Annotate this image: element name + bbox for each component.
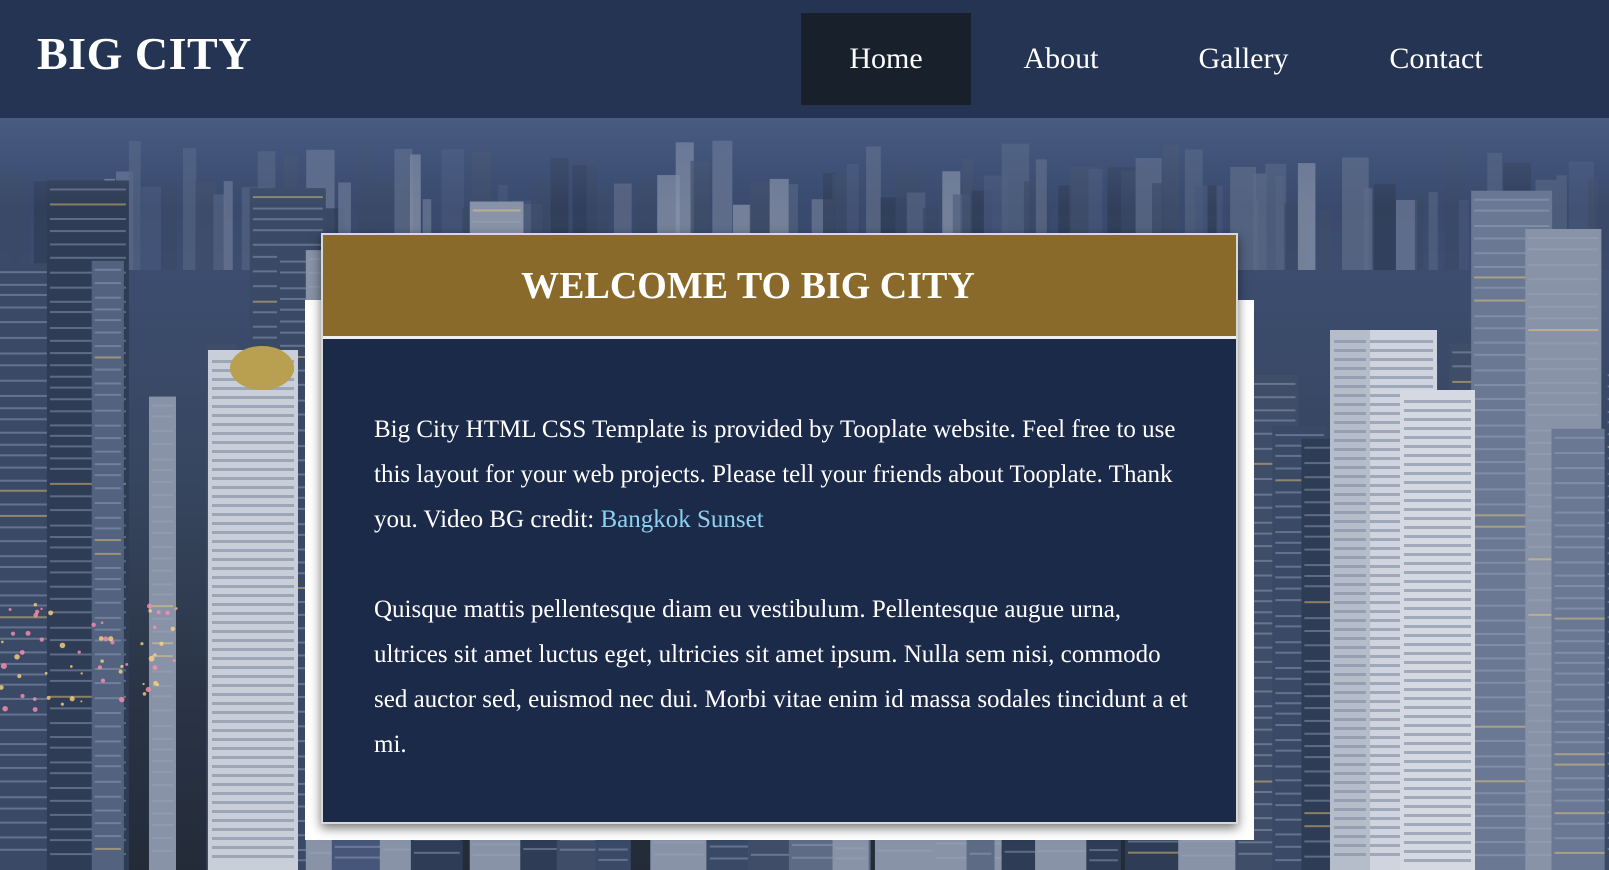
lorem-paragraph: Quisque mattis pellentesque diam eu vest… xyxy=(374,596,1188,758)
sky-haze xyxy=(0,118,1609,208)
welcome-panel: WELCOME TO BIG CITY Big City HTML CSS Te… xyxy=(321,233,1238,824)
site-header: BIG CITY Home About Gallery Contact xyxy=(0,0,1609,118)
panel-title-bar: WELCOME TO BIG CITY xyxy=(323,235,1236,339)
panel-title: WELCOME TO BIG CITY xyxy=(521,265,975,307)
nav-item-about[interactable]: About xyxy=(971,13,1151,105)
nav-item-home[interactable]: Home xyxy=(801,13,971,105)
intro-paragraph: Big City HTML CSS Template is provided b… xyxy=(374,407,1194,542)
panel-body: Big City HTML CSS Template is provided b… xyxy=(374,407,1194,812)
nav-item-contact[interactable]: Contact xyxy=(1336,13,1536,105)
main-nav: Home About Gallery Contact xyxy=(801,13,1536,105)
nav-item-gallery[interactable]: Gallery xyxy=(1151,13,1336,105)
page: BIG CITY Home About Gallery Contact WELC… xyxy=(0,0,1609,870)
intro-text: Big City HTML CSS Template is provided b… xyxy=(374,416,1176,533)
site-brand-logo[interactable]: BIG CITY xyxy=(37,26,252,82)
video-credit-link[interactable]: Bangkok Sunset xyxy=(600,506,763,533)
